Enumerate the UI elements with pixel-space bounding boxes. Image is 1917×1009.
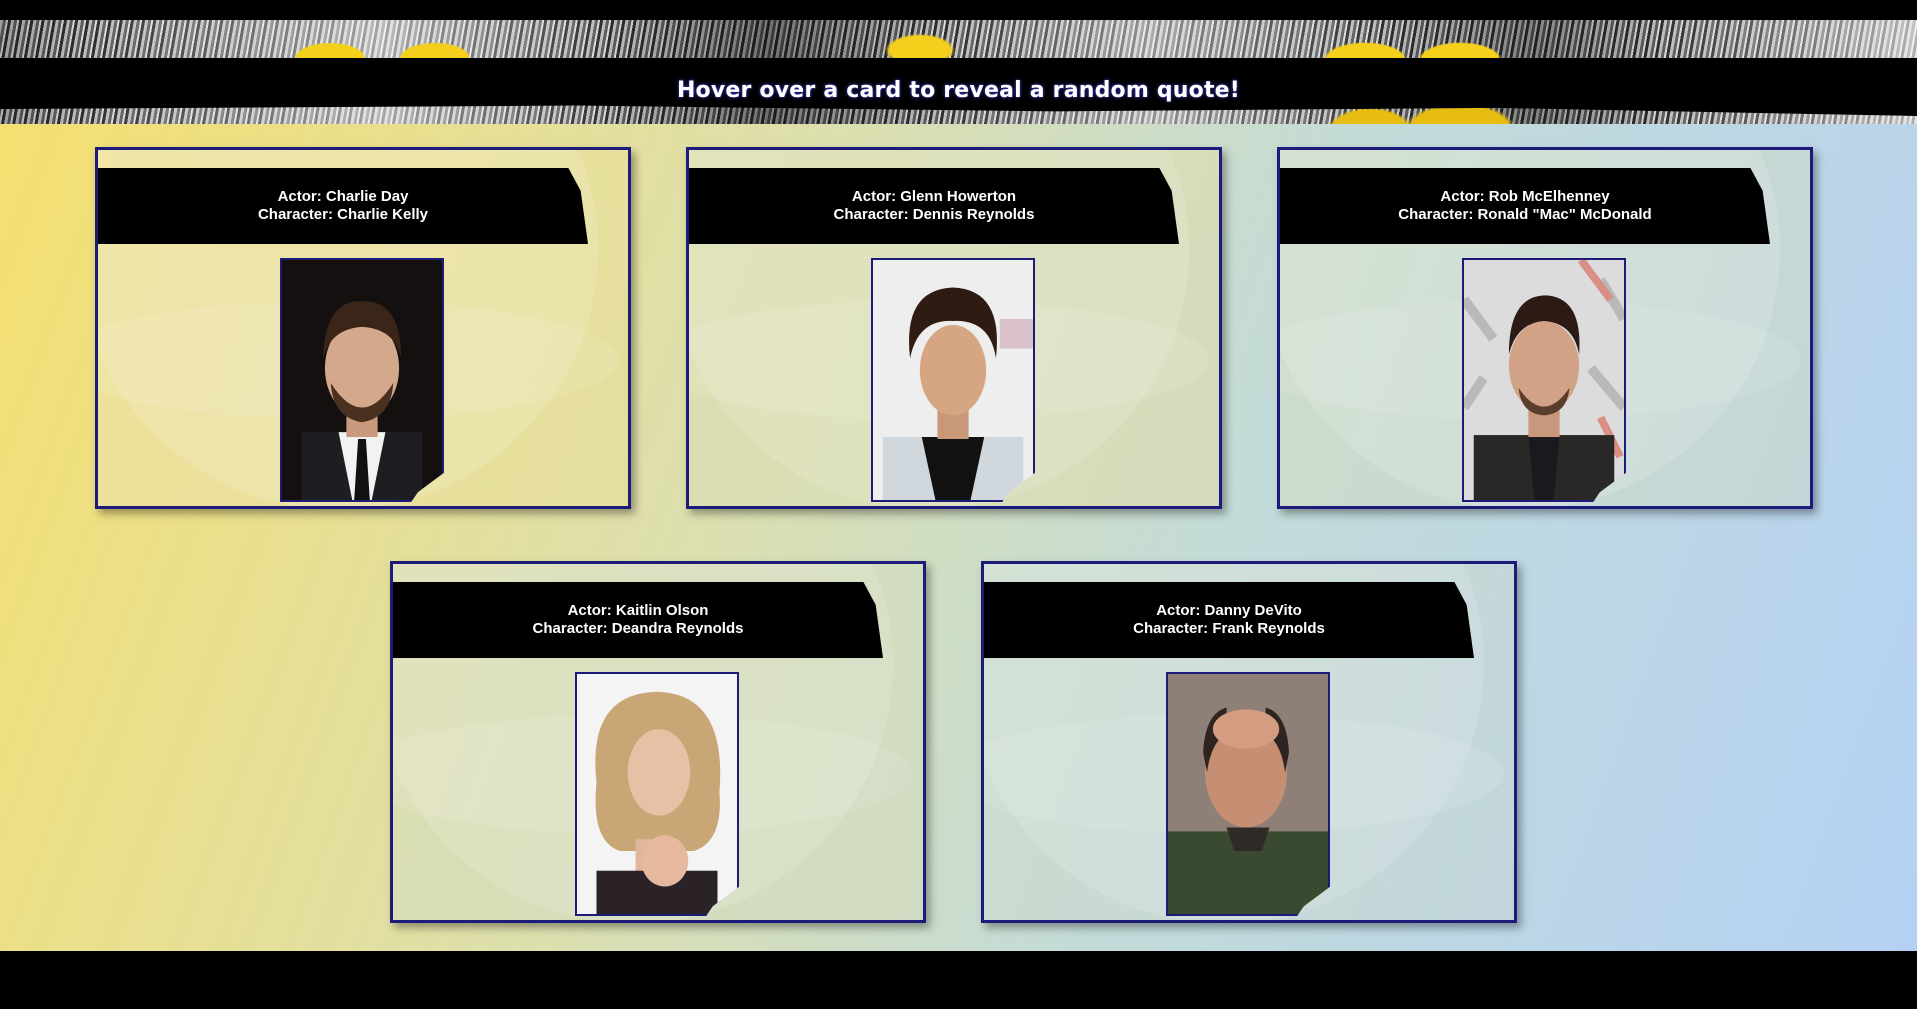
actor-photo	[280, 258, 444, 502]
character-name: Character: Frank Reynolds	[1133, 620, 1325, 637]
actor-photo	[871, 258, 1035, 502]
card-header: Actor: Danny DeVito Character: Frank Rey…	[984, 582, 1474, 658]
actor-name: Actor: Danny DeVito	[1156, 602, 1302, 619]
card-header: Actor: Glenn Howerton Character: Dennis …	[689, 168, 1179, 244]
character-name: Character: Ronald "Mac" McDonald	[1398, 206, 1652, 223]
actor-photo	[575, 672, 739, 916]
actor-photo	[1462, 258, 1626, 502]
character-name: Character: Deandra Reynolds	[532, 620, 744, 637]
character-card-dennis[interactable]: Actor: Glenn Howerton Character: Dennis …	[686, 147, 1222, 509]
card-header: Actor: Rob McElhenney Character: Ronald …	[1280, 168, 1770, 244]
header-banner: Hover over a card to reveal a random quo…	[0, 0, 1917, 124]
character-card-mac[interactable]: Actor: Rob McElhenney Character: Ronald …	[1277, 147, 1813, 509]
page-instruction: Hover over a card to reveal a random quo…	[676, 78, 1241, 103]
character-card-dee[interactable]: Actor: Kaitlin Olson Character: Deandra …	[390, 561, 926, 923]
card-header: Actor: Charlie Day Character: Charlie Ke…	[98, 168, 588, 244]
character-name: Character: Charlie Kelly	[257, 206, 429, 223]
actor-name: Actor: Glenn Howerton	[851, 188, 1017, 205]
actor-photo	[1166, 672, 1330, 916]
actor-name: Actor: Rob McElhenney	[1440, 188, 1610, 205]
page-footer	[0, 951, 1917, 1009]
card-header: Actor: Kaitlin Olson Character: Deandra …	[393, 582, 883, 658]
character-name: Character: Dennis Reynolds	[833, 206, 1035, 223]
actor-name: Actor: Charlie Day	[277, 188, 409, 205]
character-card-charlie[interactable]: Actor: Charlie Day Character: Charlie Ke…	[95, 147, 631, 509]
actor-name: Actor: Kaitlin Olson	[567, 602, 709, 619]
character-card-frank[interactable]: Actor: Danny DeVito Character: Frank Rey…	[981, 561, 1517, 923]
